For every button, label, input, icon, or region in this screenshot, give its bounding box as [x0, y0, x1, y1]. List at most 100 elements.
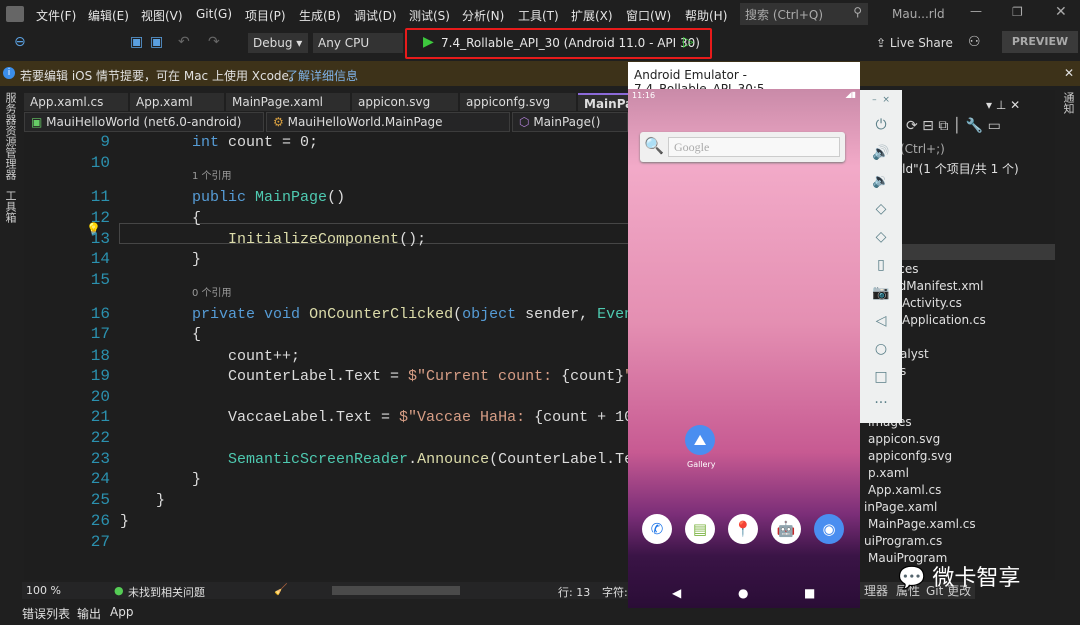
save-icon[interactable]: ▣: [130, 34, 143, 50]
config-dropdown[interactable]: Debug ▾: [248, 33, 308, 53]
solution-toolbar[interactable]: ⟳ ⊟ ⧉ │ 🔧 ▭: [906, 118, 1001, 134]
home-nav-icon[interactable]: ●: [738, 586, 748, 600]
tab-file[interactable]: App.xaml: [130, 93, 224, 111]
code-editor[interactable]: 💡 1 个引用 0 个引用 9 int count = 0; 10 11 publi…: [24, 132, 628, 580]
messaging-app-icon[interactable]: ▤: [685, 514, 715, 544]
menu-item[interactable]: 视图(V): [141, 7, 183, 24]
emulator-sidebar: – × ⏻ 🔊 🔉 ◇ ◇ ▯ 📷 ◁ ○ □ ···: [860, 90, 902, 423]
code-token: .: [408, 451, 418, 468]
minimize-button[interactable]: —: [970, 4, 982, 18]
solution-item[interactable]: alyst: [900, 347, 929, 361]
tab-app[interactable]: App: [110, 605, 133, 619]
code-line: InitializeComponent();: [120, 231, 426, 248]
tab-output[interactable]: 输出: [77, 605, 101, 622]
check-icon: ●: [114, 584, 124, 597]
menu-item[interactable]: 工具(T): [518, 7, 559, 24]
panel-menu-icons[interactable]: ▾ ⊥ ✕: [986, 98, 1020, 112]
menu-item[interactable]: 文件(F): [36, 7, 76, 24]
solution-search-input[interactable]: (Ctrl+;): [900, 142, 945, 156]
feedback-icon[interactable]: ⚇: [968, 34, 981, 50]
menu-item[interactable]: 测试(S): [409, 7, 450, 24]
solution-item[interactable]: Activity.cs: [902, 296, 962, 310]
run-target-button[interactable]: ▶ 7.4_Rollable_API_30 (Android 11.0 - AP…: [405, 28, 712, 59]
solution-item[interactable]: appiconfg.svg: [868, 449, 952, 463]
solution-item[interactable]: MainPage.xaml.cs: [868, 517, 976, 531]
camera-app-icon[interactable]: ◉: [814, 514, 844, 544]
android-app-icon[interactable]: 🤖: [771, 514, 801, 544]
project-dropdown[interactable]: ▣ MauiHelloWorld (net6.0-android): [24, 112, 264, 132]
preview-button[interactable]: PREVIEW: [1002, 31, 1078, 53]
minimize-emulator-icon[interactable]: – ×: [860, 95, 902, 105]
tab-file[interactable]: MainPag: [578, 93, 628, 111]
menu-item[interactable]: 帮助(H): [685, 7, 727, 24]
issues-status[interactable]: 未找到相关问题: [128, 584, 205, 600]
codelens-references[interactable]: 1 个引用: [192, 167, 232, 182]
platform-dropdown[interactable]: Any CPU: [313, 33, 403, 53]
horizontal-scrollbar[interactable]: [332, 586, 460, 595]
back-nav-icon[interactable]: ◀: [672, 586, 681, 600]
recents-nav-icon[interactable]: ■: [804, 586, 815, 600]
info-bar: i 若要编辑 iOS 情节提要，可在 Mac 上使用 Xcode。 了解详细信息…: [0, 61, 1080, 86]
emulator-title[interactable]: Android Emulator - 7.4_Rollable_API_30:5…: [628, 62, 860, 96]
member-dropdown[interactable]: ⬡ MainPage(): [512, 112, 628, 132]
more-icon[interactable]: ···: [860, 395, 902, 411]
menu-item[interactable]: Git(G): [196, 7, 232, 21]
solution-panel-tab[interactable]: 理器: [860, 582, 893, 599]
google-search-widget[interactable]: 🔍 Google: [640, 132, 845, 162]
class-dropdown[interactable]: ⚙ MauiHelloWorld.MainPage: [266, 112, 510, 132]
volume-down-icon[interactable]: 🔉: [860, 173, 902, 189]
codelens-references[interactable]: 0 个引用: [192, 284, 232, 299]
solution-item[interactable]: uiProgram.cs: [864, 534, 942, 548]
tab-file[interactable]: MainPage.xaml: [226, 93, 350, 111]
home-icon[interactable]: ○: [860, 341, 902, 357]
save-all-icon[interactable]: ▣: [150, 34, 163, 50]
close-infobar-icon[interactable]: ✕: [1064, 66, 1074, 80]
live-share-button[interactable]: ⇪ Live Share: [876, 36, 953, 50]
solution-item[interactable]: Application.cs: [902, 313, 986, 327]
rotate-left-icon[interactable]: ◇: [860, 201, 902, 217]
menu-item[interactable]: 扩展(X): [571, 7, 613, 24]
restore-button[interactable]: ❐: [1012, 5, 1023, 19]
menu-item[interactable]: 调试(D): [354, 7, 397, 24]
screenshot-icon[interactable]: 📷: [860, 285, 902, 301]
back-icon[interactable]: ⊖: [14, 34, 26, 50]
solution-item[interactable]: p.xaml: [868, 466, 909, 480]
fold-icon[interactable]: ▯: [860, 257, 902, 273]
learn-more-link[interactable]: 了解详细信息: [286, 67, 358, 84]
notifications-tab[interactable]: 通知: [1060, 92, 1076, 114]
volume-up-icon[interactable]: 🔊: [860, 145, 902, 161]
tab-file[interactable]: App.xaml.cs: [24, 93, 128, 111]
maps-app-icon[interactable]: 📍: [728, 514, 758, 544]
back-icon[interactable]: ◁: [860, 313, 902, 329]
menu-item[interactable]: 编辑(E): [88, 7, 129, 24]
code-line: }: [120, 471, 201, 488]
run-without-debug-icon[interactable]: ▷: [683, 34, 694, 50]
tab-error-list[interactable]: 错误列表: [22, 605, 70, 622]
solution-item[interactable]: appicon.svg: [868, 432, 940, 446]
phone-app-icon[interactable]: ✆: [642, 514, 672, 544]
menu-item[interactable]: 窗口(W): [626, 7, 671, 24]
zoom-level[interactable]: 100 %: [26, 584, 61, 597]
line-number: 20: [90, 388, 110, 406]
solution-item[interactable]: App.xaml.cs: [868, 483, 941, 497]
close-button[interactable]: ✕: [1055, 4, 1067, 20]
menu-item[interactable]: 分析(N): [462, 7, 504, 24]
toolbox-tab[interactable]: 工具箱: [2, 190, 18, 223]
tab-file[interactable]: appiconfg.svg: [460, 93, 576, 111]
undo-icon[interactable]: ↶: [178, 34, 190, 50]
server-explorer-tab[interactable]: 服务器资源管理器: [2, 92, 18, 180]
redo-icon[interactable]: ↷: [208, 34, 220, 50]
android-screen[interactable]: 11:16 ◢▮ 🔍 Google ⛰ Gallery ✆ ▤ 📍 🤖 ◉ ◀ …: [628, 89, 860, 608]
solution-item[interactable]: oidManifest.xml: [888, 279, 983, 293]
line-number: 24: [90, 470, 110, 488]
menu-item[interactable]: 生成(B): [299, 7, 341, 24]
solution-item[interactable]: inPage.xaml: [864, 500, 937, 514]
tab-file[interactable]: appicon.svg: [352, 93, 458, 111]
gallery-app-icon[interactable]: ⛰: [685, 425, 715, 455]
overview-icon[interactable]: □: [860, 369, 902, 385]
power-icon[interactable]: ⏻: [860, 117, 902, 133]
cleanup-icon[interactable]: 🧹: [274, 583, 288, 596]
rotate-right-icon[interactable]: ◇: [860, 229, 902, 245]
search-input[interactable]: 搜索 (Ctrl+Q) ⚲: [740, 3, 868, 25]
menu-item[interactable]: 项目(P): [245, 7, 286, 24]
